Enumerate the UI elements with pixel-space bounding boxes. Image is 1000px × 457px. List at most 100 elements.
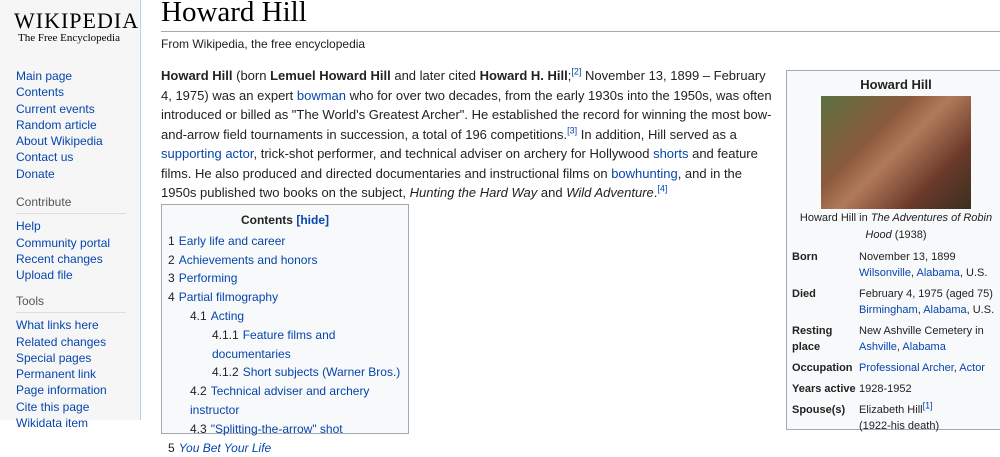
link[interactable]: Ashville <box>859 341 897 353</box>
toc-item[interactable]: 1 Early life and career <box>168 232 402 251</box>
value: (1922-his death) <box>859 420 940 432</box>
toc-link[interactable]: Technical adviser and archery instructor <box>190 384 369 417</box>
page-subtitle: From Wikipedia, the free encyclopedia <box>161 37 366 51</box>
ref-link[interactable]: [1] <box>923 400 933 410</box>
toc-number: 3 <box>168 271 175 286</box>
toc-number: 4.2 <box>190 384 207 399</box>
infobox-row-died: Died February 4, 1975 (aged 75) Birmingham… <box>792 288 995 316</box>
sidebar-link-wikidata-item[interactable]: Wikidata item <box>16 416 88 430</box>
sidebar-link-donate[interactable]: Donate <box>16 167 55 181</box>
toc-item[interactable]: 4.1 Acting <box>168 307 402 326</box>
link-bowman[interactable]: bowman <box>297 88 346 103</box>
sidebar-link-what-links-here[interactable]: What links here <box>16 318 99 332</box>
label: Spouse(s) <box>792 404 846 416</box>
table-of-contents: Contents [hide] 1 Early life and career 2 A… <box>161 204 409 455</box>
sidebar-link-current-events[interactable]: Current events <box>16 102 95 116</box>
contribute-heading: Contribute <box>16 194 126 215</box>
toc-item[interactable]: 2 Achievements and honors <box>168 251 402 270</box>
tools-heading: Tools <box>16 293 126 314</box>
sidebar-link-permanent-link[interactable]: Permanent link <box>16 367 96 381</box>
image-caption: Howard Hill in The Adventures of Robin H… <box>792 210 1000 244</box>
toc-item[interactable]: 5 You Bet Your Life <box>168 439 402 457</box>
sidebar-link-contact-us[interactable]: Contact us <box>16 150 73 164</box>
wikipedia-logo[interactable]: Wikipedia The Free Encyclopedia <box>14 8 140 44</box>
ref-link[interactable]: [2] <box>571 67 581 77</box>
infobox: Howard Hill Howard Hill in The Adventure… <box>786 70 1000 432</box>
toc-item[interactable]: 4 Partial filmography <box>168 288 402 307</box>
label: Resting place <box>792 325 833 353</box>
book-title: Wild Adventure <box>566 185 654 200</box>
value: Elizabeth Hill <box>859 404 923 416</box>
sidebar: Wikipedia The Free Encyclopedia Main pag… <box>0 0 141 430</box>
infobox-row-born: Born November 13, 1899 Wilsonville, Alabam… <box>792 251 988 279</box>
link[interactable]: Alabama <box>902 341 945 353</box>
link[interactable]: Alabama <box>923 304 966 316</box>
link[interactable]: Professional Archer <box>859 362 954 374</box>
text: and later cited <box>390 68 480 83</box>
link[interactable]: Wilsonville <box>859 267 911 279</box>
text: , trick-shot performer, and technical ad… <box>253 146 654 161</box>
toc-link[interactable]: You Bet Your Life <box>179 441 272 455</box>
sidebar-link-community-portal[interactable]: Community portal <box>16 236 110 250</box>
label: Born <box>792 251 818 263</box>
toc-item[interactable]: 4.1.1 Feature films and documentaries <box>168 326 402 364</box>
sidebar-link-random-article[interactable]: Random article <box>16 118 97 132</box>
ref-link[interactable]: [3] <box>567 125 577 135</box>
toc-item[interactable]: 3 Performing <box>168 269 402 288</box>
link-supporting-actor[interactable]: supporting actor <box>161 146 254 161</box>
toc-item[interactable]: 4.2 Technical adviser and archery instruc… <box>168 382 402 420</box>
sidebar-link-special-pages[interactable]: Special pages <box>16 351 91 365</box>
link-shorts[interactable]: shorts <box>653 146 688 161</box>
text: (born <box>232 68 271 83</box>
lead-paragraph: Howard Hill (born Lemuel Howard Hill and… <box>161 66 776 203</box>
toc-number: 4.1.1 <box>212 327 239 342</box>
toc-item[interactable]: 4.3 "Splitting-the-arrow" shot <box>168 420 402 439</box>
caption-year: (1938) <box>891 229 927 241</box>
sidebar-link-about-wikipedia[interactable]: About Wikipedia <box>16 134 103 148</box>
book-title: Hunting the Hard Way <box>409 185 538 200</box>
article-content: Howard Hill From Wikipedia, the free enc… <box>141 0 1000 455</box>
infobox-row-occupation: Occupation Professional Archer, Actor <box>792 362 985 374</box>
page-title: Howard Hill <box>161 0 1000 32</box>
toc-link[interactable]: Achievements and honors <box>179 253 318 267</box>
caption-text: Howard Hill in <box>799 212 871 224</box>
nav-tools: Tools What links here Related changes Spec… <box>16 293 126 431</box>
value: February 4, 1975 (aged 75) <box>859 288 993 300</box>
toc-link[interactable]: "Splitting-the-arrow" shot <box>211 422 343 436</box>
sidebar-link-help[interactable]: Help <box>16 219 41 233</box>
toc-link[interactable]: Short subjects (Warner Bros.) <box>243 365 401 379</box>
toc-number: 5 <box>168 440 175 455</box>
value: New Ashville Cemetery in <box>859 325 984 337</box>
text: In addition, Hill served as a <box>577 126 737 142</box>
toc-number: 4.1.2 <box>212 365 239 380</box>
sidebar-link-page-information[interactable]: Page information <box>16 383 107 397</box>
logo-wordmark: Wikipedia <box>14 8 140 33</box>
toc-link[interactable]: Partial filmography <box>179 290 278 304</box>
infobox-row-spouse: Spouse(s) Elizabeth Hill[1] (1922-his deat… <box>792 400 1000 434</box>
link[interactable]: Alabama <box>916 267 959 279</box>
logo-tagline: The Free Encyclopedia <box>17 32 120 44</box>
link-bowhunting[interactable]: bowhunting <box>611 166 678 181</box>
sidebar-link-related-changes[interactable]: Related changes <box>16 335 106 349</box>
sidebar-link-cite-this-page[interactable]: Cite this page <box>16 400 89 414</box>
toc-number: 2 <box>168 252 175 267</box>
text: and <box>537 185 567 200</box>
toc-item[interactable]: 4.1.2 Short subjects (Warner Bros.) <box>168 363 402 382</box>
toc-link[interactable]: Early life and career <box>179 234 286 248</box>
link[interactable]: Actor <box>959 362 985 374</box>
toc-link[interactable]: Acting <box>211 309 244 323</box>
toc-link[interactable]: Performing <box>179 271 238 285</box>
sidebar-link-upload-file[interactable]: Upload file <box>16 268 73 282</box>
infobox-row-years-active: Years active 1928-1952 <box>792 381 1000 397</box>
value: , U.S. <box>959 267 988 279</box>
link[interactable]: Birmingham <box>859 304 918 316</box>
sidebar-link-contents[interactable]: Contents <box>16 85 64 99</box>
ref-link[interactable]: [4] <box>657 184 667 194</box>
infobox-image[interactable] <box>821 96 971 209</box>
bold-name: Howard H. Hill <box>479 68 568 83</box>
sidebar-link-main-page[interactable]: Main page <box>16 69 72 83</box>
toc-number: 4.3 <box>190 421 207 436</box>
value: 1928-1952 <box>859 383 912 395</box>
sidebar-link-recent-changes[interactable]: Recent changes <box>16 252 103 266</box>
toc-hide-button[interactable]: [hide] <box>296 213 329 227</box>
